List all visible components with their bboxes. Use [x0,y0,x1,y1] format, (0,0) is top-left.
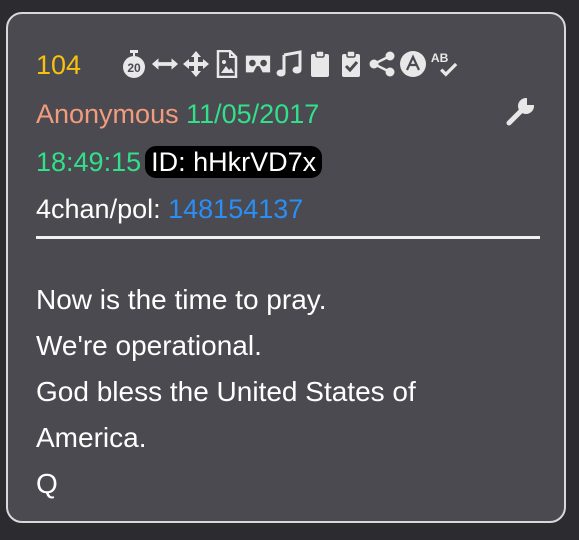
move-icon[interactable] [182,49,210,79]
source-post-link[interactable]: 148154137 [168,194,303,224]
timer-20-icon[interactable]: 20 [120,49,148,79]
spellcheck-icon[interactable]: AB [430,49,458,79]
music-icon[interactable] [275,49,303,79]
post-body-line: Q [36,468,58,499]
source-line: 4chan/pol: 148154137 [36,193,303,225]
share-icon[interactable] [368,49,396,79]
board-label: 4chan/pol: [36,194,161,224]
post-body-line: Now is the time to pray. [36,284,327,315]
timer-label: 20 [127,61,141,75]
clipboard-icon[interactable] [306,49,334,79]
resize-horizontal-icon[interactable] [151,49,179,79]
post-card: 104 20 AB Anonymous 11/05/2017 18:49:15 … [6,12,566,523]
svg-text:AB: AB [431,51,449,65]
post-date: 11/05/2017 [186,99,320,129]
image-file-icon[interactable] [213,49,241,79]
post-body-line: God bless the United States of [36,376,416,407]
vr-goggles-icon[interactable] [244,49,272,79]
post-time: 18:49:15 [36,147,142,177]
post-body: Now is the time to pray. We're operation… [36,277,536,507]
clipboard-check-icon[interactable] [337,49,365,79]
author-line: Anonymous 11/05/2017 [36,98,319,130]
wrench-icon[interactable] [504,94,538,128]
post-number: 104 [36,50,82,80]
font-a-icon[interactable] [399,49,427,79]
time-line: 18:49:15 ID: hHkrVD7x [36,146,323,178]
post-toolbar: 20 AB [120,47,458,81]
post-body-line: We're operational. [36,330,262,361]
author-name: Anonymous [36,99,179,129]
poster-id-badge[interactable]: ID: hHkrVD7x [145,146,323,178]
divider [36,236,540,239]
post-body-line: America. [36,422,147,453]
